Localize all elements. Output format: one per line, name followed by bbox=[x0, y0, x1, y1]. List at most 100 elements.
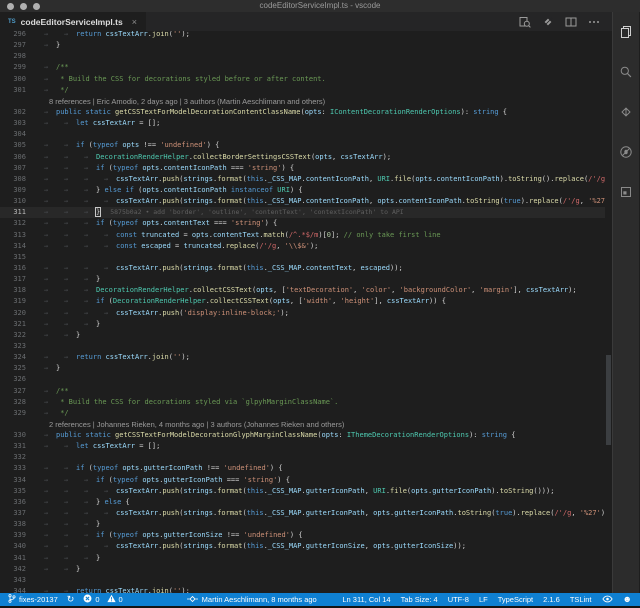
code-line[interactable]: 344→→return cssTextArr.join(''); bbox=[0, 586, 605, 593]
git-branch-status[interactable]: fixes-20137 bbox=[8, 593, 58, 606]
code-line[interactable]: 316→→→→cssTextArr.push(strings.format(th… bbox=[0, 263, 605, 274]
code-line[interactable]: 333→→if (typeof opts.gutterIconPath !== … bbox=[0, 463, 605, 474]
code-line[interactable]: 311→→→}5875b0a2 • add 'border', 'outline… bbox=[0, 207, 605, 218]
code-line[interactable]: 336→→→} else { bbox=[0, 497, 605, 508]
code-text: →→→→cssTextArr.push(strings.format(this.… bbox=[28, 196, 605, 207]
code-line[interactable]: 304 bbox=[0, 129, 605, 140]
code-line[interactable]: 331→→let cssTextArr = []; bbox=[0, 441, 605, 452]
zoom-window-button[interactable] bbox=[33, 3, 40, 10]
tab-whitespace-icon: → bbox=[56, 140, 76, 151]
code-line[interactable]: 301→ */ bbox=[0, 85, 605, 96]
codelens-row[interactable]: 2 references | Johannes Rieken, 4 months… bbox=[0, 419, 605, 430]
code-text: →→} bbox=[28, 330, 605, 341]
close-window-button[interactable] bbox=[7, 3, 14, 10]
sidebar-item-debug[interactable] bbox=[613, 134, 639, 174]
code-line[interactable]: 329→ */ bbox=[0, 408, 605, 419]
more-actions-icon[interactable] bbox=[588, 16, 600, 28]
code-line[interactable]: 330→public static getCSSTextForModelDeco… bbox=[0, 430, 605, 441]
code-text bbox=[28, 575, 605, 586]
code-line[interactable]: 310→→→→cssTextArr.push(strings.format(th… bbox=[0, 196, 605, 207]
code-line[interactable]: 338→→→} bbox=[0, 519, 605, 530]
line-number: 297 bbox=[0, 40, 28, 51]
gitlens-blame-status[interactable]: Martin Aeschlimann, 8 months ago bbox=[187, 595, 317, 605]
line-number: 300 bbox=[0, 74, 28, 85]
code-line[interactable]: 326 bbox=[0, 374, 605, 385]
code-line[interactable]: 307→→→if (typeof opts.contentIconPath ==… bbox=[0, 163, 605, 174]
language-status[interactable]: TypeScript bbox=[498, 595, 533, 604]
tab-whitespace-icon: → bbox=[56, 118, 76, 129]
code-line[interactable]: 317→→→} bbox=[0, 274, 605, 285]
code-line[interactable]: 313→→→→const truncated = opts.contentTex… bbox=[0, 230, 605, 241]
tslint-status[interactable]: TSLint bbox=[570, 595, 592, 604]
feedback-smiley-icon[interactable]: ☻ bbox=[623, 595, 632, 604]
code-line[interactable]: 341→→→} bbox=[0, 553, 605, 564]
tab-whitespace-icon: → bbox=[76, 274, 96, 285]
tab-whitespace-icon: → bbox=[56, 530, 76, 541]
tab-whitespace-icon: → bbox=[76, 508, 96, 519]
gitlens-compare-icon[interactable] bbox=[542, 16, 554, 28]
cursor-position-status[interactable]: Ln 311, Col 14 bbox=[342, 595, 390, 604]
code-line[interactable]: 297→} bbox=[0, 40, 605, 51]
code-line[interactable]: 315 bbox=[0, 252, 605, 263]
code-line[interactable]: 327→/** bbox=[0, 386, 605, 397]
open-preview-icon[interactable] bbox=[519, 16, 531, 28]
editor-scrollbar[interactable] bbox=[605, 31, 612, 593]
split-editor-icon[interactable] bbox=[565, 16, 577, 28]
code-lines: 296→→return cssTextArr.join('');297→}298… bbox=[0, 31, 605, 593]
eye-icon[interactable] bbox=[602, 595, 613, 605]
code-line[interactable]: 309→→→} else if (opts.contentIconPath in… bbox=[0, 185, 605, 196]
code-editor[interactable]: 296→→return cssTextArr.join('');297→}298… bbox=[0, 31, 612, 593]
code-line[interactable]: 303→→let cssTextArr = []; bbox=[0, 118, 605, 129]
tab-whitespace-icon: → bbox=[36, 263, 56, 274]
code-line[interactable]: 308→→→→cssTextArr.push(strings.format(th… bbox=[0, 174, 605, 185]
encoding-status[interactable]: UTF-8 bbox=[448, 595, 469, 604]
code-line[interactable]: 325→} bbox=[0, 363, 605, 374]
code-text: →→→if (DecorationRenderHelper.collectCSS… bbox=[28, 296, 605, 307]
code-line[interactable]: 298 bbox=[0, 51, 605, 62]
close-tab-icon[interactable]: × bbox=[132, 17, 137, 27]
code-line[interactable]: 319→→→if (DecorationRenderHelper.collect… bbox=[0, 296, 605, 307]
sidebar-item-extensions[interactable] bbox=[613, 174, 639, 214]
sidebar-item-explorer[interactable] bbox=[613, 14, 639, 54]
code-line[interactable]: 322→→} bbox=[0, 330, 605, 341]
minimize-window-button[interactable] bbox=[20, 3, 27, 10]
code-line[interactable]: 328→ * Build the CSS for decorations sty… bbox=[0, 397, 605, 408]
code-line[interactable]: 299→/** bbox=[0, 62, 605, 73]
tab-whitespace-icon: → bbox=[76, 263, 96, 274]
code-line[interactable]: 324→→return cssTextArr.join(''); bbox=[0, 352, 605, 363]
line-number: 332 bbox=[0, 452, 28, 463]
sync-button[interactable]: ↻ bbox=[67, 595, 75, 604]
tab-whitespace-icon: → bbox=[76, 553, 96, 564]
code-line[interactable]: 321→→→} bbox=[0, 319, 605, 330]
code-line[interactable]: 320→→→→cssTextArr.push('display:inline-b… bbox=[0, 308, 605, 319]
line-number bbox=[0, 96, 28, 107]
code-line[interactable]: 312→→→if (typeof opts.contentText === 's… bbox=[0, 218, 605, 229]
code-line[interactable]: 305→→if (typeof opts !== 'undefined') { bbox=[0, 140, 605, 151]
code-line[interactable]: 332 bbox=[0, 452, 605, 463]
code-line[interactable]: 334→→→if (typeof opts.gutterIconPath ===… bbox=[0, 475, 605, 486]
code-text: →/** bbox=[28, 62, 605, 73]
sidebar-item-source-control[interactable] bbox=[613, 94, 639, 134]
code-line[interactable]: 339→→→if (typeof opts.gutterIconSize !==… bbox=[0, 530, 605, 541]
code-line[interactable]: 296→→return cssTextArr.join(''); bbox=[0, 31, 605, 40]
code-line[interactable]: 300→ * Build the CSS for decorations sty… bbox=[0, 74, 605, 85]
code-line[interactable]: 335→→→→cssTextArr.push(strings.format(th… bbox=[0, 486, 605, 497]
code-line[interactable]: 314→→→→const escaped = truncated.replace… bbox=[0, 241, 605, 252]
code-line[interactable]: 337→→→→cssTextArr.push(strings.format(th… bbox=[0, 508, 605, 519]
code-line[interactable]: 342→→} bbox=[0, 564, 605, 575]
codelens-row[interactable]: 8 references | Eric Amodio, 2 days ago |… bbox=[0, 96, 605, 107]
code-line[interactable]: 340→→→→cssTextArr.push(strings.format(th… bbox=[0, 541, 605, 552]
typescript-version-status[interactable]: 2.1.6 bbox=[543, 595, 560, 604]
line-number: 324 bbox=[0, 352, 28, 363]
code-line[interactable]: 343 bbox=[0, 575, 605, 586]
eol-status[interactable]: LF bbox=[479, 595, 488, 604]
sidebar-item-search[interactable] bbox=[613, 54, 639, 94]
problems-status[interactable]: 0 0 bbox=[83, 594, 122, 605]
code-line[interactable]: 302→public static getCSSTextForModelDeco… bbox=[0, 107, 605, 118]
code-line[interactable]: 318→→→DecorationRenderHelper.collectCSST… bbox=[0, 285, 605, 296]
tab-codeEditorServiceImpl[interactable]: TS codeEditorServiceImpl.ts × bbox=[0, 12, 146, 31]
tab-size-status[interactable]: Tab Size: 4 bbox=[401, 595, 438, 604]
code-line[interactable]: 306→→→DecorationRenderHelper.collectBord… bbox=[0, 152, 605, 163]
scrollbar-slider[interactable] bbox=[606, 355, 611, 445]
code-line[interactable]: 323 bbox=[0, 341, 605, 352]
